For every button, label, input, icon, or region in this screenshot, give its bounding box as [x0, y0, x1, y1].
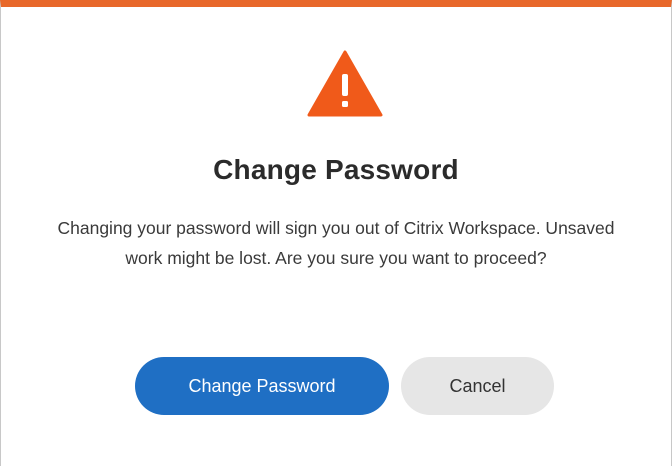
- cancel-button[interactable]: Cancel: [401, 357, 554, 415]
- warning-icon: [307, 50, 383, 117]
- dialog-title: Change Password: [213, 154, 459, 185]
- change-password-dialog: Change Password Changing your password w…: [0, 0, 672, 466]
- change-password-button[interactable]: Change Password: [135, 357, 389, 415]
- dialog-message: Changing your password will sign you out…: [57, 218, 615, 268]
